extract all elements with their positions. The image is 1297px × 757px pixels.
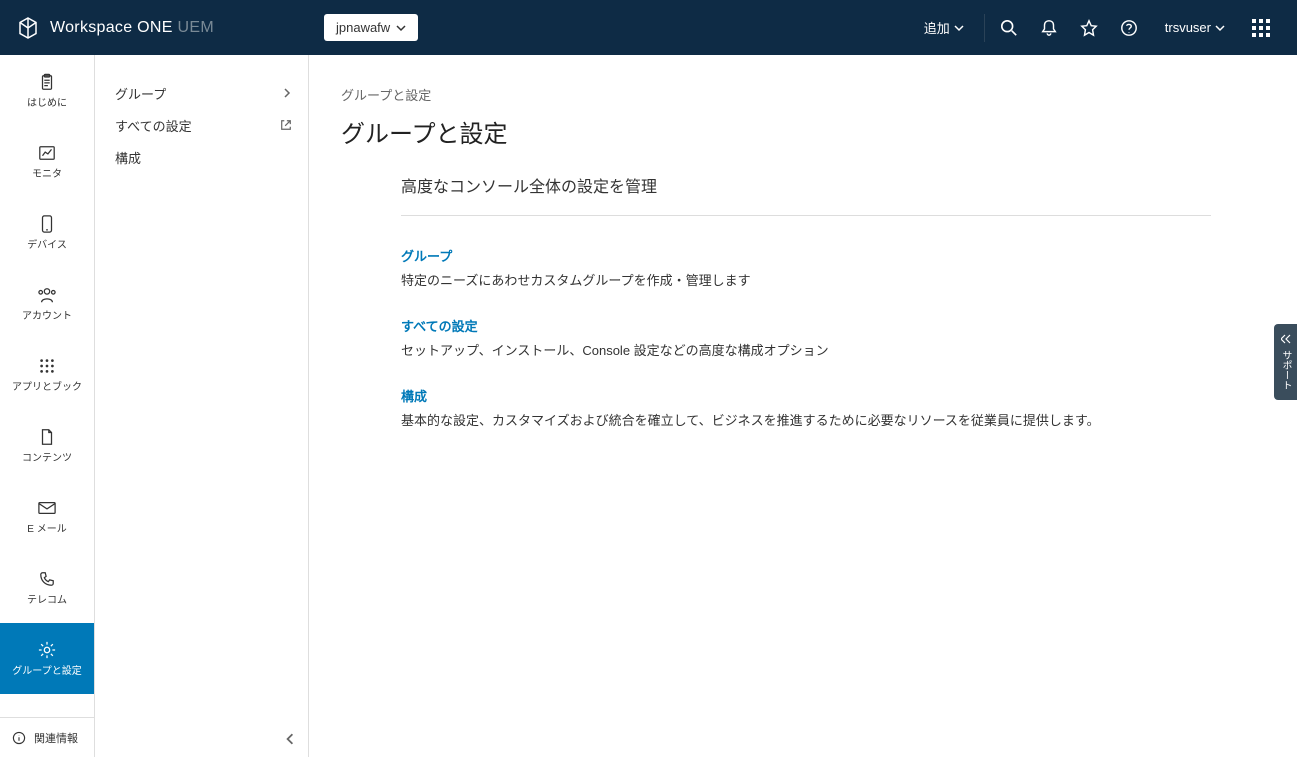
section-description: 基本的な設定、カスタマイズおよび統合を確立して、ビジネスを推進するために必要なリ…	[401, 411, 1211, 432]
mail-icon	[37, 498, 57, 518]
primary-nav: はじめにモニタデバイスアカウントアプリとブックコンテンツ E メールテレコムグルー…	[0, 55, 95, 757]
page-subtitle: 高度なコンソール全体の設定を管理	[401, 173, 1211, 216]
section-link[interactable]: すべての設定	[401, 316, 478, 335]
nav-item-phone[interactable]: テレコム	[0, 552, 94, 623]
secondary-nav-label: グループ	[115, 84, 166, 103]
phone-icon	[37, 569, 57, 589]
info-icon	[12, 731, 26, 745]
chart-icon	[37, 143, 57, 163]
section-link[interactable]: グループ	[401, 246, 452, 265]
favorites-button[interactable]	[1069, 8, 1109, 48]
gear-icon	[37, 640, 57, 660]
nav-item-apps[interactable]: アプリとブック	[0, 339, 94, 410]
nav-item-label: アプリとブック	[12, 382, 82, 394]
chevron-left-icon	[284, 733, 296, 745]
clipboard-icon	[37, 72, 57, 92]
secondary-nav-label: 構成	[115, 148, 141, 167]
nav-item-gear[interactable]: グループと設定	[0, 623, 94, 694]
header-bar: Workspace ONE UEM jpnawafw 追加	[0, 0, 1297, 55]
chevron-down-icon	[954, 23, 964, 33]
main-content: グループと設定 グループと設定 高度なコンソール全体の設定を管理 グループ特定の…	[309, 55, 1297, 757]
help-button[interactable]	[1109, 8, 1149, 48]
support-side-tab[interactable]: サポート	[1274, 324, 1297, 400]
search-icon	[1000, 19, 1018, 37]
section-description: セットアップ、インストール、Console 設定などの高度な構成オプション	[401, 341, 1211, 362]
secondary-nav-label: すべての設定	[115, 116, 192, 135]
nav-item-label: デバイス	[27, 240, 67, 252]
content-section: すべての設定セットアップ、インストール、Console 設定などの高度な構成オプ…	[401, 316, 1211, 362]
user-menu-dropdown[interactable]: trsvuser	[1149, 20, 1241, 35]
secondary-nav-item[interactable]: 構成	[95, 141, 308, 173]
nav-item-document[interactable]: コンテンツ	[0, 410, 94, 481]
grid-icon	[1252, 19, 1270, 37]
secondary-nav-item[interactable]: すべての設定	[95, 109, 308, 141]
breadcrumb: グループと設定	[341, 85, 1265, 104]
secondary-nav: グループすべての設定構成	[95, 55, 309, 757]
logo-area: Workspace ONE UEM	[16, 16, 214, 40]
collapse-secondary-nav-button[interactable]	[284, 733, 296, 745]
content-section: 構成基本的な設定、カスタマイズおよび統合を確立して、ビジネスを推進するために必要…	[401, 386, 1211, 432]
chevron-right-icon	[282, 88, 292, 98]
org-selector-dropdown[interactable]: jpnawafw	[324, 14, 418, 41]
divider	[984, 14, 985, 42]
device-icon	[37, 214, 57, 234]
nav-item-label: グループと設定	[12, 666, 81, 678]
apps-icon	[37, 356, 57, 376]
related-info-button[interactable]: 関連情報	[0, 717, 94, 757]
nav-item-label: はじめに	[27, 98, 67, 110]
nav-item-accounts[interactable]: アカウント	[0, 268, 94, 339]
section-link[interactable]: 構成	[401, 386, 427, 405]
nav-item-label: E メール	[27, 524, 66, 536]
nav-item-device[interactable]: デバイス	[0, 197, 94, 268]
chevron-down-icon	[396, 23, 406, 33]
bell-icon	[1040, 19, 1058, 37]
nav-item-mail[interactable]: E メール	[0, 481, 94, 552]
accounts-icon	[37, 285, 57, 305]
chevron-down-icon	[1215, 23, 1225, 33]
notifications-button[interactable]	[1029, 8, 1069, 48]
document-icon	[37, 427, 57, 447]
star-icon	[1080, 19, 1098, 37]
nav-item-label: モニタ	[32, 169, 62, 181]
nav-item-label: コンテンツ	[22, 453, 72, 465]
section-description: 特定のニーズにあわせカスタムグループを作成・管理します	[401, 271, 1211, 292]
nav-item-clipboard[interactable]: はじめに	[0, 55, 94, 126]
product-name: Workspace ONE UEM	[50, 19, 214, 37]
nav-item-label: テレコム	[27, 595, 67, 607]
search-button[interactable]	[989, 8, 1029, 48]
help-icon	[1120, 19, 1138, 37]
content-section: グループ特定のニーズにあわせカスタムグループを作成・管理します	[401, 246, 1211, 292]
external-link-icon	[280, 119, 292, 131]
nav-item-chart[interactable]: モニタ	[0, 126, 94, 197]
page-title: グループと設定	[341, 114, 1265, 149]
product-logo-icon	[16, 16, 40, 40]
chevron-left-icon	[1281, 334, 1291, 344]
add-menu-dropdown[interactable]: 追加	[908, 18, 980, 37]
app-launcher-button[interactable]	[1241, 8, 1281, 48]
secondary-nav-item[interactable]: グループ	[95, 77, 308, 109]
nav-item-label: アカウント	[22, 311, 72, 323]
